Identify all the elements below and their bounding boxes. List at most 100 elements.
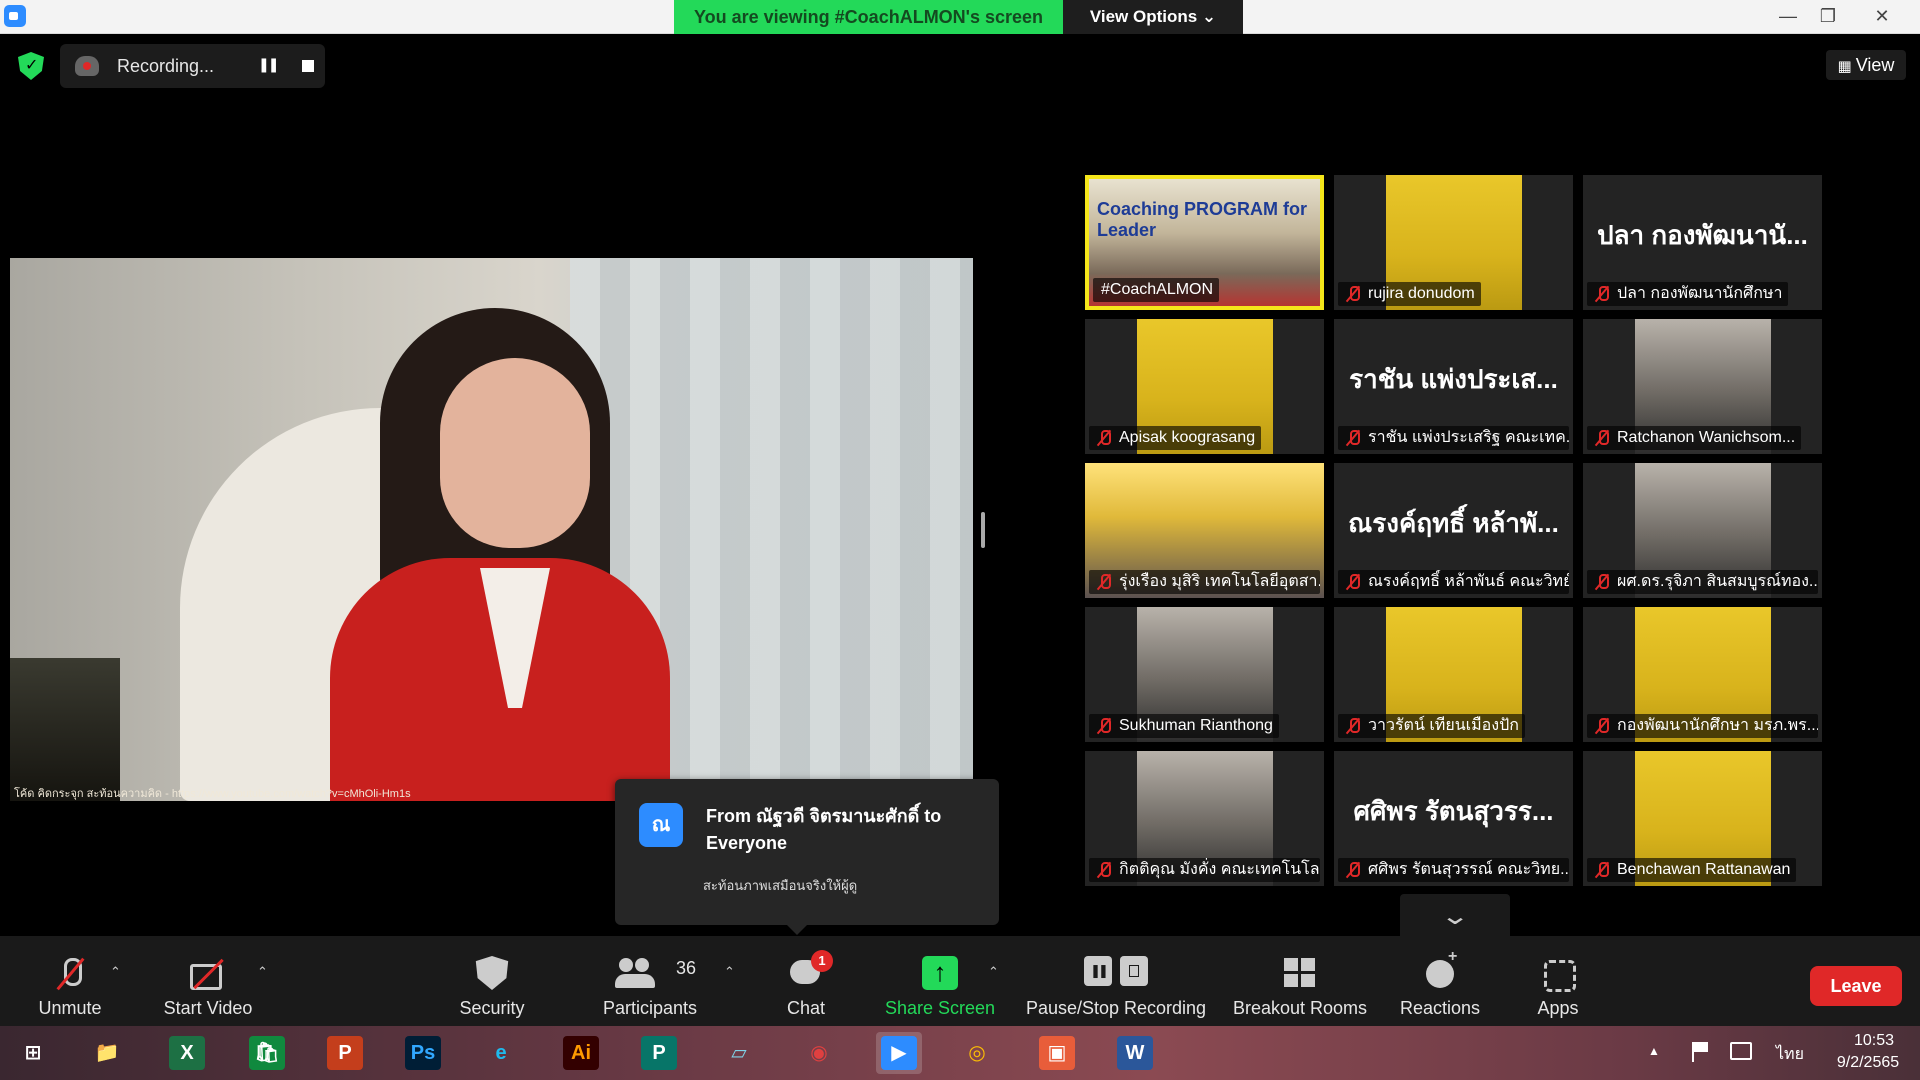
audio-options-caret-icon[interactable]: ⌃ xyxy=(110,964,121,980)
participant-name-label: ณรงค์ฤทธิ์ หล้าพันธ์ คณะวิทย์ xyxy=(1338,570,1569,594)
participant-name-label: rujira donudom xyxy=(1338,282,1481,306)
breakout-rooms-grid-icon xyxy=(1282,956,1318,990)
participants-count: 36 xyxy=(676,958,697,978)
share-options-caret-icon[interactable]: ⌃ xyxy=(988,964,999,980)
close-button[interactable]: ✕ xyxy=(1862,0,1902,34)
participant-tile[interactable]: กองพัฒนานักศึกษา มรภ.พร... xyxy=(1583,607,1822,742)
security-button[interactable]: Security xyxy=(447,936,537,1026)
zoom-icon: ▶ xyxy=(881,1036,917,1070)
panel-splitter-handle[interactable] xyxy=(981,512,985,548)
taskbar-zoom-button[interactable]: ▶ xyxy=(876,1032,922,1074)
powerpoint-icon: P xyxy=(327,1036,363,1070)
participant-name: Benchawan Rattanawan xyxy=(1617,861,1791,878)
reactions-button[interactable]: Reactions xyxy=(1390,936,1490,1026)
participant-tile[interactable]: รุ่งเรือง มุสิริ เทคโนโลยีอุตสา... xyxy=(1085,463,1324,598)
chat-message-text: สะท้อนภาพเสมือนจริงให้ผู้ดู xyxy=(703,878,858,893)
share-screen-label: Share Screen xyxy=(884,998,996,1018)
participants-label: Participants xyxy=(602,998,698,1018)
participant-display-name: ศศิพร รัตนสุวรร... xyxy=(1353,796,1554,826)
action-center-flag-icon[interactable] xyxy=(1692,1042,1710,1062)
start-video-button[interactable]: Start Video xyxy=(148,936,268,1026)
participant-name: กิตติคุณ มังคั่ง คณะเทคโนโล... xyxy=(1119,861,1320,878)
participant-tile[interactable]: ศศิพร รัตนสุวรร... ศศิพร รัตนสุวรรณ์ คณะว… xyxy=(1334,751,1573,886)
taskbar-store-button[interactable]: 🛍 xyxy=(244,1032,290,1074)
excel-icon: X xyxy=(169,1036,205,1070)
participants-button[interactable]: Participants xyxy=(595,936,705,1026)
clock-date[interactable]: 9/2/2565 xyxy=(1822,1054,1914,1072)
input-language[interactable]: ไทย xyxy=(1776,1042,1804,1067)
restore-button[interactable]: ❐ xyxy=(1808,0,1848,34)
participant-tile[interactable]: ปลา กองพัฒนานั... ปลา กองพัฒนานักศึกษา xyxy=(1583,175,1822,310)
encryption-shield-icon[interactable] xyxy=(18,52,44,80)
muted-mic-icon xyxy=(1595,430,1609,446)
cloud-recording-icon xyxy=(75,56,99,76)
participant-name: Ratchanon Wanichsom... xyxy=(1617,429,1796,446)
taskbar-word-button[interactable]: W xyxy=(1112,1032,1158,1074)
participant-tile[interactable]: กิตติคุณ มังคั่ง คณะเทคโนโล... xyxy=(1085,751,1324,886)
taskbar-windows-start-button[interactable]: ⊞ xyxy=(10,1032,56,1074)
video-options-caret-icon[interactable]: ⌃ xyxy=(257,964,268,980)
participant-tile[interactable]: rujira donudom xyxy=(1334,175,1573,310)
participant-name-label: ราชัน แพ่งประเสริฐ คณะเทค... xyxy=(1338,426,1569,450)
taskbar-notes-app-button[interactable]: ▱ xyxy=(716,1032,762,1074)
view-options-button[interactable]: View Options ⌄ xyxy=(1063,0,1243,34)
apps-icon xyxy=(1540,956,1576,992)
participant-tile[interactable]: ณรงค์ฤทธิ์ หล้าพั... ณรงค์ฤทธิ์ หล้าพันธ์… xyxy=(1334,463,1573,598)
participant-display-name: ปลา กองพัฒนานั... xyxy=(1597,220,1808,250)
viewing-screen-banner: You are viewing #CoachALMON's screen xyxy=(674,0,1063,34)
participant-tile[interactable]: Benchawan Rattanawan xyxy=(1583,751,1822,886)
participant-name-label: ผศ.ดร.รุจิภา สินสมบูรณ์ทอง... xyxy=(1587,570,1818,594)
participant-name-label: กิตติคุณ มังคั่ง คณะเทคโนโล... xyxy=(1089,858,1320,882)
apps-button[interactable]: Apps xyxy=(1518,936,1598,1026)
participant-tile[interactable]: Coaching PROGRAM for Leader #CoachALMON xyxy=(1085,175,1324,310)
recording-label: Recording... xyxy=(117,56,215,76)
chat-notification-popup[interactable]: ณ From ณัฐวดี จิตรมานะศักดิ์ to Everyone… xyxy=(615,779,999,935)
participant-tile[interactable]: วาวรัตน์ เทียนเมืองปัก xyxy=(1334,607,1573,742)
participant-name-label: Sukhuman Rianthong xyxy=(1089,714,1279,738)
photoscape-icon: ◉ xyxy=(810,1042,828,1064)
store-icon: 🛍 xyxy=(249,1036,285,1070)
participant-tile[interactable]: ราชัน แพ่งประเส... ราชัน แพ่งประเสริฐ คณะ… xyxy=(1334,319,1573,454)
tray-overflow-icon[interactable]: ▲ xyxy=(1648,1044,1660,1058)
participant-tile[interactable]: ผศ.ดร.รุจิภา สินสมบูรณ์ทอง... xyxy=(1583,463,1822,598)
participant-tile[interactable]: Apisak koograsang xyxy=(1085,319,1324,454)
participant-name: รุ่งเรือง มุสิริ เทคโนโลยีอุตสา... xyxy=(1119,573,1320,590)
minimize-button[interactable]: — xyxy=(1768,0,1808,34)
taskbar-illustrator-button[interactable]: Ai xyxy=(558,1032,604,1074)
taskbar-excel-button[interactable]: X xyxy=(164,1032,210,1074)
internet-explorer-icon: e xyxy=(495,1042,507,1064)
participant-tile[interactable]: Sukhuman Rianthong xyxy=(1085,607,1324,742)
pause-stop-recording-button[interactable]: Pause/Stop Recording xyxy=(1025,936,1207,1026)
network-icon[interactable] xyxy=(1730,1042,1752,1060)
title-bar: You are viewing #CoachALMON's screen Vie… xyxy=(0,0,1920,34)
taskbar-powerpoint-button[interactable]: P xyxy=(322,1032,368,1074)
pause-recording-icon[interactable]: ❚❚ xyxy=(258,56,280,73)
taskbar-photoshop-button[interactable]: Ps xyxy=(400,1032,446,1074)
taskbar-photos-button[interactable]: ▣ xyxy=(1034,1032,1080,1074)
taskbar-internet-explorer-button[interactable]: e xyxy=(478,1032,524,1074)
share-screen-button[interactable]: Share Screen xyxy=(880,936,1000,1026)
leave-meeting-button[interactable]: Leave xyxy=(1810,966,1902,1006)
chat-unread-badge: 1 xyxy=(811,950,833,972)
photos-icon: ▣ xyxy=(1039,1036,1075,1070)
taskbar-file-explorer-button[interactable]: 📁 xyxy=(84,1032,130,1074)
participant-tile[interactable]: Ratchanon Wanichsom... xyxy=(1583,319,1822,454)
chevron-down-icon: ⌄ xyxy=(1439,903,1471,930)
participants-options-caret-icon[interactable]: ⌃ xyxy=(724,964,735,980)
chat-button[interactable]: Chat xyxy=(766,936,846,1026)
taskbar-publisher-button[interactable]: P xyxy=(636,1032,682,1074)
meeting-top-bar: Recording... ❚❚ ▦View xyxy=(0,34,1920,94)
unmute-button[interactable]: Unmute xyxy=(20,936,120,1026)
muted-mic-icon xyxy=(1595,286,1609,302)
breakout-rooms-label: Breakout Rooms xyxy=(1232,998,1368,1018)
participant-name: ราชัน แพ่งประเสริฐ คณะเทค... xyxy=(1368,429,1569,446)
taskbar-chrome-button[interactable]: ◎ xyxy=(954,1032,1000,1074)
participant-name: วาวรัตน์ เทียนเมืองปัก xyxy=(1368,717,1519,734)
breakout-rooms-button[interactable]: Breakout Rooms xyxy=(1230,936,1370,1026)
view-button[interactable]: ▦ View xyxy=(1826,50,1906,80)
clock-time[interactable]: 10:53 xyxy=(1835,1032,1913,1050)
shared-screen-video[interactable]: โค้ด คิดกระจุก สะท้อนความคิด - https://w… xyxy=(10,258,973,801)
stop-recording-icon[interactable] xyxy=(302,60,314,72)
taskbar-photoscape-button[interactable]: ◉ xyxy=(796,1032,842,1074)
sender-avatar: ณ xyxy=(639,803,683,847)
